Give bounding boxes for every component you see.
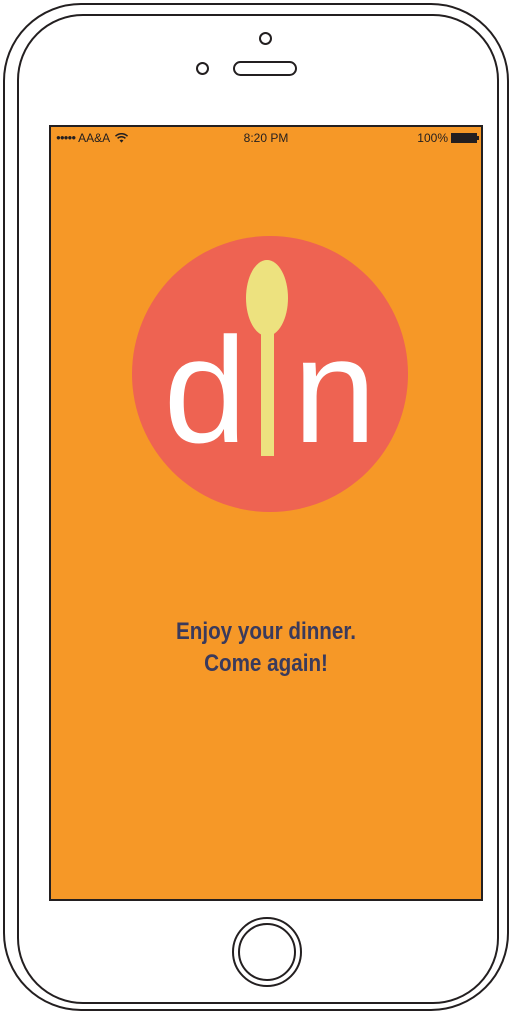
status-right: 100% [417, 131, 479, 145]
message-line-2: Come again! [204, 650, 328, 677]
message-line-1: Enjoy your dinner. [175, 618, 357, 645]
home-button[interactable] [232, 917, 302, 987]
home-button-ring [238, 923, 296, 981]
logo-letter-d: d [164, 306, 247, 474]
earpiece-speaker-icon [233, 61, 297, 76]
battery-percent: 100% [417, 131, 448, 145]
battery-icon [451, 133, 479, 143]
status-bar: ●●●●● AA&A 8:20 PM 100% [51, 127, 481, 147]
proximity-sensor-icon [196, 62, 209, 75]
logo-letter-n: n [293, 306, 376, 474]
farewell-message: Enjoy your dinner. Come again! [81, 616, 451, 680]
screen: ●●●●● AA&A 8:20 PM 100% d n Enjoy your d… [49, 125, 483, 901]
front-camera-icon [259, 32, 272, 45]
din-logo: d n [132, 236, 408, 512]
